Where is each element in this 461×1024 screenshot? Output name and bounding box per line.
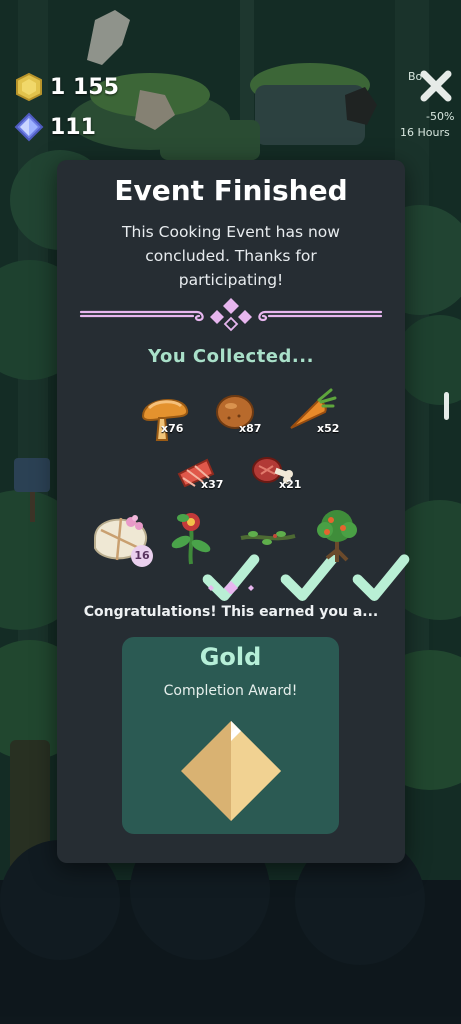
item-carrot: x52 (285, 388, 345, 448)
gem-amount: 111 (50, 114, 96, 140)
reward-gift-bundle: 16 (91, 510, 153, 570)
item-fish-steak: x37 (173, 452, 233, 512)
discount-label: -50% (426, 110, 455, 123)
award-tier-title: Gold (199, 643, 262, 671)
coin-amount: 1 155 (50, 74, 119, 100)
coin-icon (16, 72, 42, 102)
award-card: Gold Completion Award! (122, 637, 339, 834)
reward-count-badge: 16 (131, 545, 153, 567)
ornament-divider (79, 298, 383, 332)
event-finished-modal: Event Finished This Cooking Event has no… (57, 160, 410, 863)
gem-icon (14, 112, 44, 142)
congrats-text: Congratulations! This earned you a... (83, 604, 379, 620)
modal-title: Event Finished (114, 174, 348, 207)
coin-counter: 1 155 (14, 72, 119, 102)
gold-diamond-icon (181, 721, 281, 821)
item-qty: x52 (317, 422, 340, 435)
item-qty: x37 (201, 478, 224, 491)
gem-counter: 111 (14, 112, 96, 142)
item-mushroom: x76 (135, 388, 195, 448)
scroll-indicator[interactable] (444, 392, 449, 420)
time-left-label: 16 Hours (400, 126, 450, 139)
potato-icon (216, 395, 254, 429)
item-qty: x87 (239, 422, 262, 435)
collected-heading: You Collected... (148, 346, 314, 367)
reward-vine-branch (239, 512, 338, 601)
item-potato: x87 (209, 388, 269, 448)
close-icon[interactable] (416, 66, 456, 106)
modal-description: This Cooking Event has now concluded. Th… (122, 223, 340, 289)
item-meat-bone: x21 (247, 452, 307, 512)
claimed-check-icon (352, 554, 410, 601)
item-qty: x21 (279, 478, 302, 491)
mushroom-icon (141, 398, 189, 441)
item-qty: x76 (161, 422, 184, 435)
reward-flower-plant (169, 506, 260, 601)
dots-divider (208, 581, 254, 594)
carrot-icon (290, 388, 337, 429)
award-subtitle: Completion Award! (163, 683, 298, 699)
reward-fruit-tree (311, 506, 410, 601)
